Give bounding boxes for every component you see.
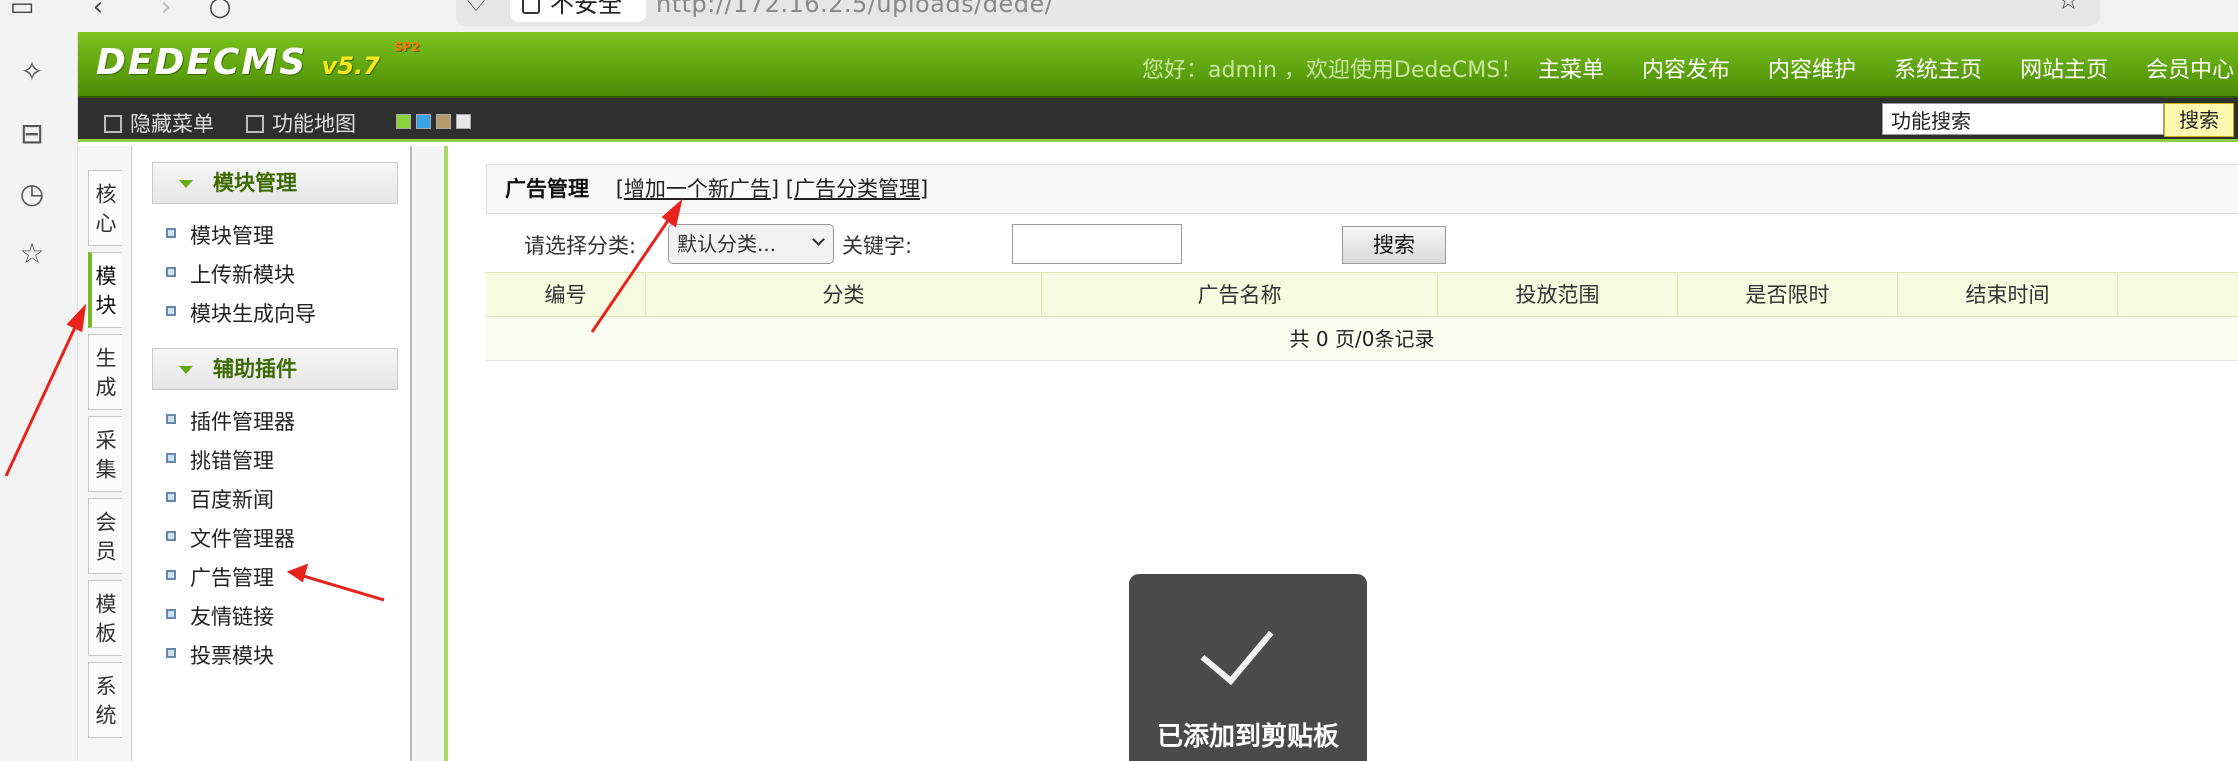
bullet-icon (166, 570, 176, 580)
tab-module[interactable]: 模块 (88, 252, 122, 328)
bullet-icon (166, 306, 176, 316)
category-tabs: 核心 模块 生成 采集 会员 模板 系统 (78, 146, 132, 761)
col-actions (2118, 273, 2238, 316)
category-filter-label: 请选择分类: (524, 234, 637, 258)
menu-item-file-manager[interactable]: 文件管理器 (166, 523, 295, 553)
empty-records-row: 共 0 页/0条记录 (486, 317, 2238, 361)
nav-system-home[interactable]: 系统主页 (1894, 52, 1982, 84)
nav-content-maintain[interactable]: 内容维护 (1768, 52, 1856, 84)
col-range: 投放范围 (1438, 273, 1678, 316)
bookmark-star-icon[interactable]: ☆ (2057, 0, 2080, 16)
tab-collect[interactable]: 采集 (88, 416, 122, 492)
bullet-icon (166, 648, 176, 658)
dedecms-logo: DEDECMS v5.7 SP2 (96, 40, 420, 83)
skin-swatch-green[interactable] (396, 114, 411, 129)
menu-item-plugin-manager[interactable]: 插件管理器 (166, 406, 295, 436)
menu-item-ad-manage[interactable]: 广告管理 (166, 562, 274, 592)
col-time-limited: 是否限时 (1678, 273, 1898, 316)
shield-icon[interactable]: ♡ (456, 0, 496, 20)
history-clock-icon[interactable]: ◷ (14, 176, 50, 212)
bullet-icon (166, 492, 176, 502)
cms-subbar: 隐藏菜单 功能地图 搜索 ◂)官方 (78, 98, 2238, 142)
col-id: 编号 (486, 273, 646, 316)
sparkle-icon[interactable]: ✧ (14, 54, 50, 90)
chevron-down-icon (812, 233, 825, 246)
menu-item-baidu-news[interactable]: 百度新闻 (166, 484, 274, 514)
reload-icon[interactable]: ○ (200, 0, 240, 24)
nav-site-home[interactable]: 网站主页 (2020, 52, 2108, 84)
frame-divider[interactable] (412, 146, 448, 761)
keyword-input[interactable] (1012, 224, 1182, 264)
cms-header: DEDECMS v5.7 SP2 您好：admin ，欢迎使用DedeCMS！ … (78, 32, 2238, 98)
ad-category-link[interactable]: 广告分类管理 (794, 177, 920, 201)
col-ad-name: 广告名称 (1042, 273, 1438, 316)
back-icon[interactable]: ‹ (78, 0, 118, 24)
keyword-label: 关键字: (842, 234, 913, 258)
favorites-star-icon[interactable]: ☆ (14, 236, 50, 272)
collapse-triangle-icon (179, 180, 193, 188)
menu-item-error-report[interactable]: 挑错管理 (166, 445, 274, 475)
browser-toolbar: ▭ ‹ › ○ ♡ 不安全 http://172.16.2.5/uploads/… (0, 0, 2238, 32)
url-text[interactable]: http://172.16.2.5/uploads/dede/ (656, 0, 1053, 22)
page-title: 广告管理 (505, 177, 589, 201)
module-menu: 模块管理 模块管理 上传新模块 模块生成向导 辅助插件 插件管理器 挑错管理 百… (132, 146, 412, 761)
nav-main-menu[interactable]: 主菜单 (1538, 52, 1604, 84)
devices-icon[interactable]: ⊟ (14, 116, 50, 152)
skin-swatch-gray[interactable] (456, 114, 471, 129)
top-nav: 主菜单 内容发布 内容维护 系统主页 网站主页 会员中心 (1538, 52, 2238, 84)
nav-content-publish[interactable]: 内容发布 (1642, 52, 1730, 84)
menu-item-upload-module[interactable]: 上传新模块 (166, 259, 295, 289)
tab-template[interactable]: 模板 (88, 580, 122, 656)
bullet-icon (166, 531, 176, 541)
grid-icon (246, 115, 264, 133)
address-bar[interactable]: ♡ 不安全 http://172.16.2.5/uploads/dede/ ☆ (456, 0, 2100, 26)
tab-core[interactable]: 核心 (88, 170, 122, 246)
toast-message: 已添加到剪贴板 (1156, 722, 1339, 752)
table-header: 编号 分类 广告名称 投放范围 是否限时 结束时间 (486, 272, 2238, 317)
tab-system[interactable]: 系统 (88, 662, 122, 738)
sidebar-toggle-icon[interactable]: ▭ (2, 0, 42, 24)
nav-member-center[interactable]: 会员中心 (2146, 52, 2234, 84)
clipboard-toast: 已添加到剪贴板 (1129, 574, 1367, 761)
filter-row: 请选择分类: 默认分类... 关键字: 搜索 (486, 214, 2238, 272)
page-title-bar: 广告管理 [增加一个新广告] [广告分类管理] (486, 164, 2238, 214)
skin-swatch-brown[interactable] (436, 114, 451, 129)
hide-menu-icon (104, 115, 122, 133)
function-map-link[interactable]: 功能地图 (246, 108, 356, 138)
menu-item-module-manage[interactable]: 模块管理 (166, 220, 274, 250)
bullet-icon (166, 414, 176, 424)
skin-swatch-blue[interactable] (416, 114, 431, 129)
group-plugins[interactable]: 辅助插件 (152, 348, 398, 390)
col-category: 分类 (646, 273, 1042, 316)
bullet-icon (166, 228, 176, 238)
function-search-input[interactable] (1882, 103, 2164, 135)
security-chip[interactable]: 不安全 (510, 0, 646, 22)
category-select[interactable]: 默认分类... (668, 224, 834, 264)
tab-member[interactable]: 会员 (88, 498, 122, 574)
hide-menu-link[interactable]: 隐藏菜单 (104, 108, 214, 138)
forward-icon[interactable]: › (146, 0, 186, 24)
ad-table: 编号 分类 广告名称 投放范围 是否限时 结束时间 共 0 页/0条记录 (486, 272, 2238, 361)
browser-side-rail: ✧ ⊟ ◷ ☆ (0, 32, 78, 761)
bullet-icon (166, 609, 176, 619)
collapse-triangle-icon (179, 366, 193, 374)
add-new-ad-link[interactable]: 增加一个新广告 (624, 177, 771, 201)
security-label: 不安全 (550, 0, 622, 18)
insecure-lock-icon (522, 0, 540, 14)
tab-generate[interactable]: 生成 (88, 334, 122, 410)
welcome-text: 您好：admin ，欢迎使用DedeCMS！ (1142, 58, 1523, 83)
col-end-time: 结束时间 (1898, 273, 2118, 316)
checkmark-icon (1200, 608, 1274, 686)
search-button[interactable]: 搜索 (1342, 226, 1446, 264)
function-search-button[interactable]: 搜索 (2164, 103, 2234, 137)
menu-item-friend-links[interactable]: 友情链接 (166, 601, 274, 631)
menu-item-module-wizard[interactable]: 模块生成向导 (166, 298, 316, 328)
menu-item-vote-module[interactable]: 投票模块 (166, 640, 274, 670)
bullet-icon (166, 453, 176, 463)
bullet-icon (166, 267, 176, 277)
group-module-manage[interactable]: 模块管理 (152, 162, 398, 204)
